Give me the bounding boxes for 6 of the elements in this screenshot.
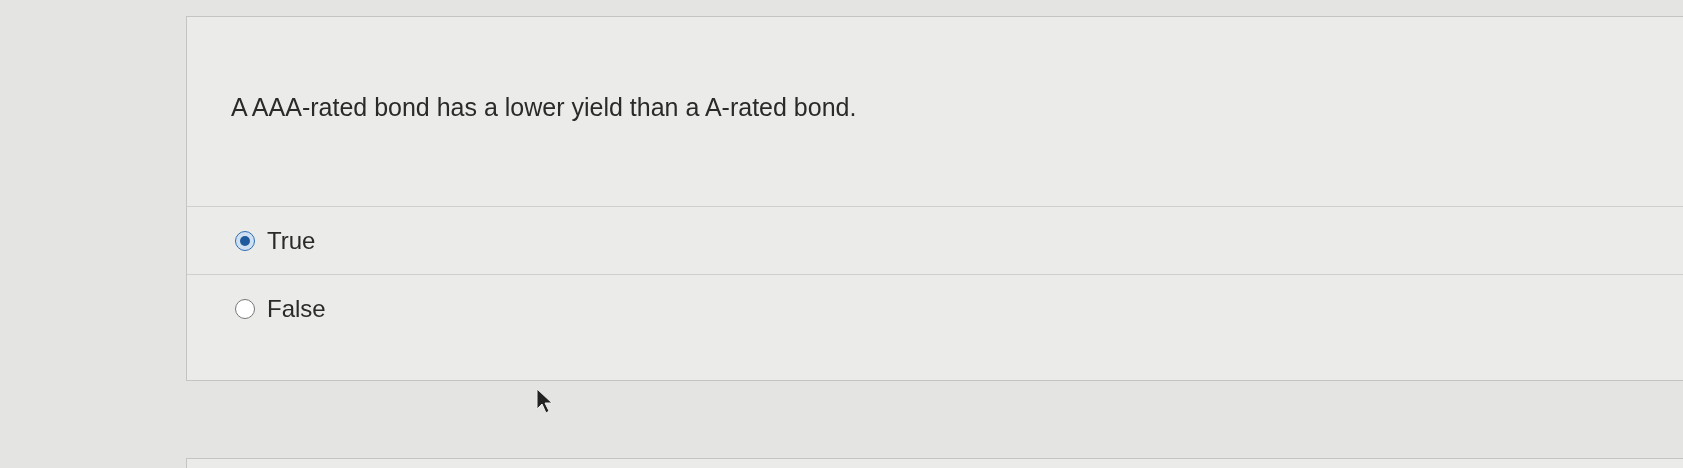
- cursor-icon: [536, 388, 554, 414]
- option-label: True: [267, 225, 316, 256]
- radio-button[interactable]: [235, 299, 255, 319]
- question-text: A AAA-rated bond has a lower yield than a A-rated bond.: [231, 92, 858, 123]
- radio-button[interactable]: [235, 230, 255, 251]
- option-label: False: [267, 294, 326, 324]
